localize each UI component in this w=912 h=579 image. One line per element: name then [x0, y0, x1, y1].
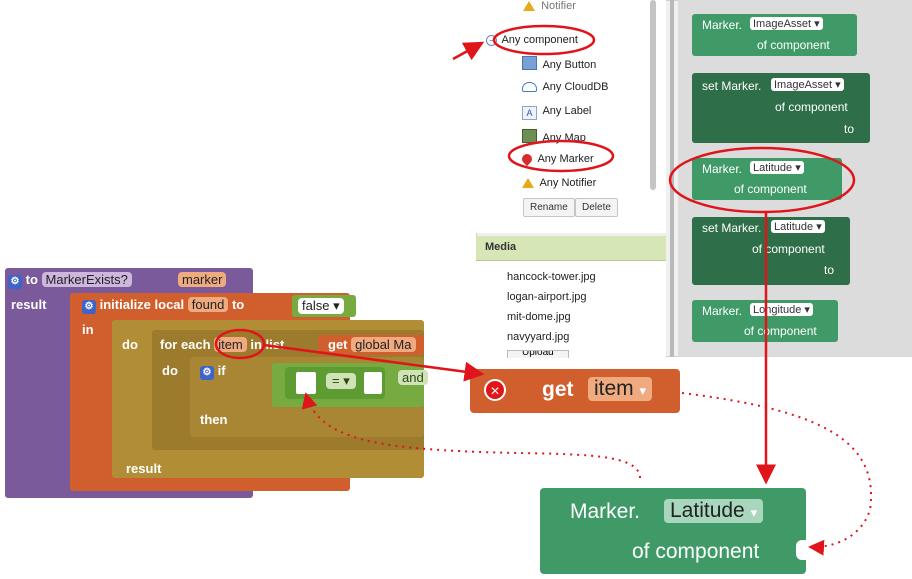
dotted-arrow-to-equals-socket: [301, 392, 641, 479]
highlight-ellipse-any-marker: [507, 139, 615, 173]
arrow-item-to-get: [263, 343, 485, 382]
annotation-overlay: [214, 24, 873, 556]
dotted-arrow-get-to-socket: [681, 392, 873, 556]
highlight-ellipse-latitude: [668, 146, 856, 214]
highlight-ellipse-any-component: [492, 24, 596, 56]
arrow-to-any-component: [452, 41, 485, 61]
highlight-ellipse-item: [214, 328, 266, 360]
